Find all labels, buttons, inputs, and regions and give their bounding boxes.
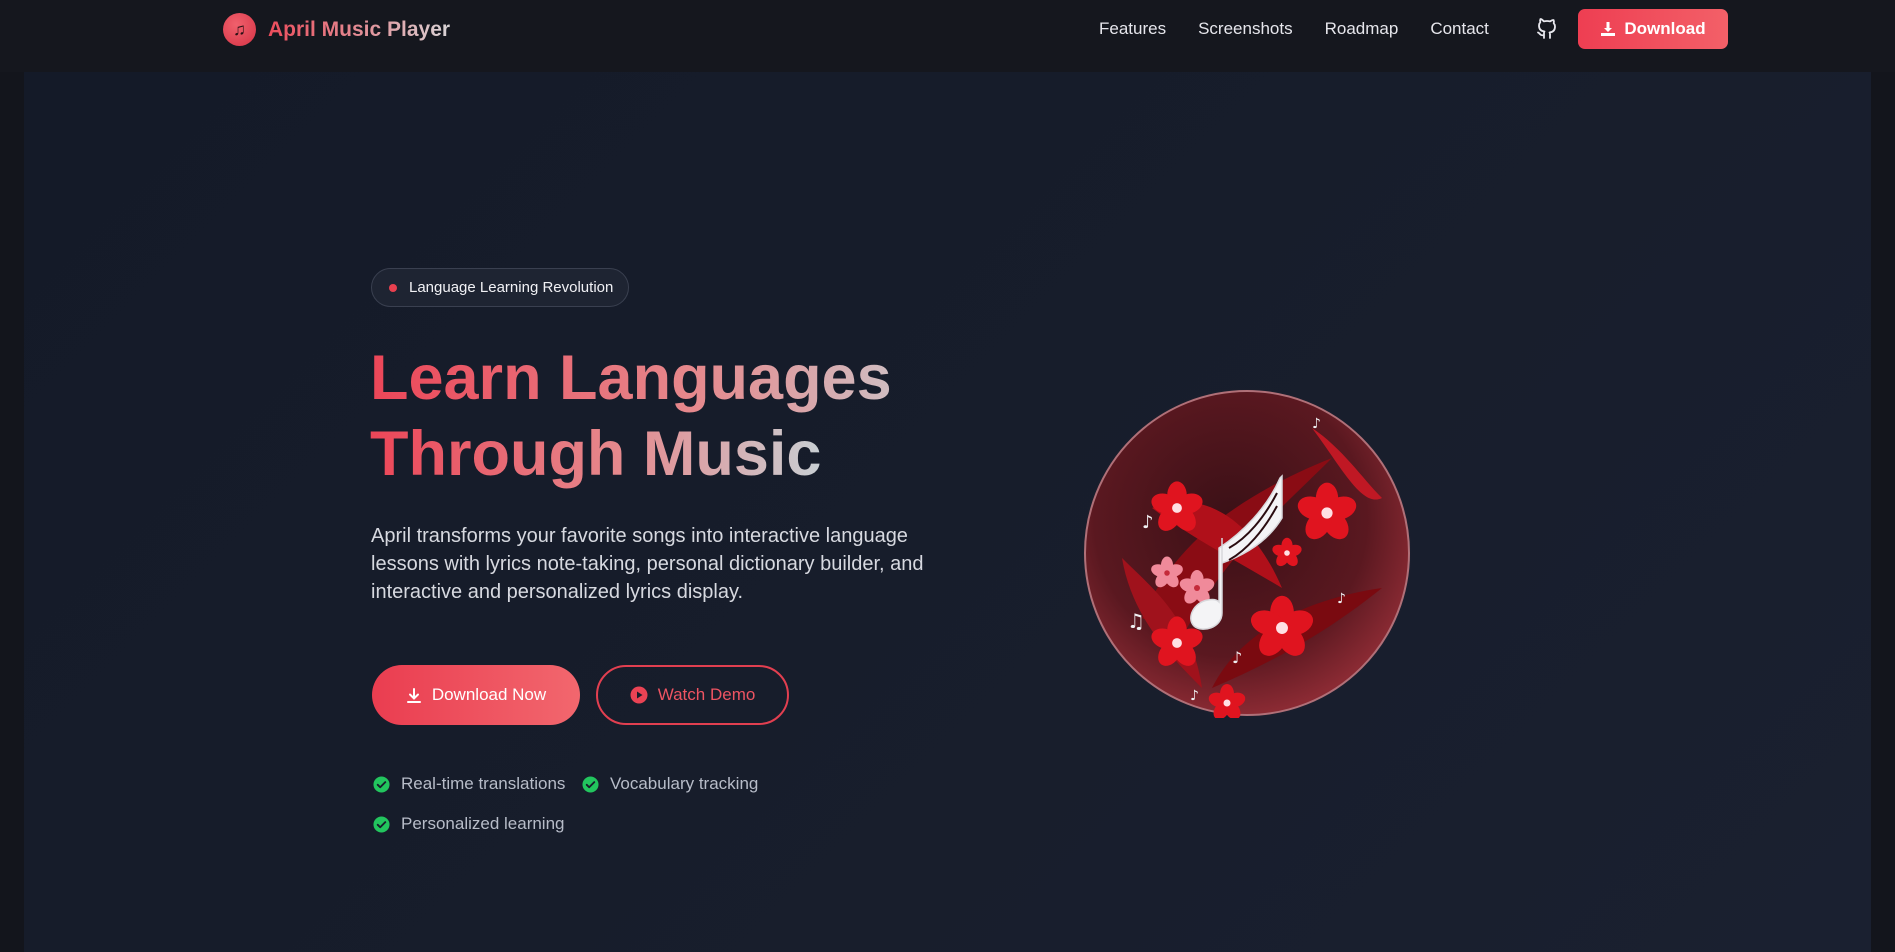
download-icon [406, 687, 421, 703]
badge-dot [389, 283, 397, 292]
hero-section [24, 72, 1871, 952]
headline-line-2: Through Music [370, 416, 830, 492]
headline-line-1: Learn Languages [370, 340, 970, 416]
nav-links: Features Screenshots Roadmap Contact [1099, 18, 1521, 40]
github-icon[interactable] [1535, 16, 1559, 40]
svg-text:♫: ♫ [1127, 609, 1145, 633]
download-now-button[interactable]: Download Now [372, 665, 580, 725]
download-now-label: Download Now [431, 685, 547, 704]
check-circle-icon [373, 775, 390, 793]
badge-text: Language Learning Revolution [409, 279, 614, 296]
hero-description: April transforms your favorite songs int… [371, 525, 924, 603]
check-circle-icon [582, 775, 599, 793]
svg-text:♪: ♪ [1142, 512, 1154, 533]
svg-text:♪: ♪ [1190, 688, 1199, 704]
nav-link-screenshots[interactable]: Screenshots [1198, 18, 1293, 40]
check-circle-icon [373, 815, 390, 833]
svg-text:♪: ♪ [1337, 591, 1346, 607]
play-circle-icon [630, 686, 648, 704]
hero-badge: Language Learning Revolution [371, 268, 629, 307]
feature-label: Personalized learning [401, 814, 565, 833]
watch-demo-label: Watch Demo [657, 685, 756, 704]
download-icon [1601, 22, 1616, 36]
watch-demo-button[interactable]: Watch Demo [596, 665, 789, 725]
nav-link-features[interactable]: Features [1099, 18, 1166, 40]
nav-link-roadmap[interactable]: Roadmap [1325, 18, 1399, 40]
nav-link-contact[interactable]: Contact [1430, 18, 1489, 40]
feature-label: Vocabulary tracking [610, 774, 759, 793]
brand-name: April Music Player [268, 17, 451, 41]
hero-artwork: ♪ ♫ ♪ ♪ ♪ ♪ [1082, 388, 1412, 718]
feature-item: Real-time translations [373, 774, 565, 794]
svg-text:♪: ♪ [1232, 648, 1242, 667]
nav-download-label: Download [1624, 19, 1706, 38]
feature-item: Vocabulary tracking [582, 774, 758, 794]
nav-download-button[interactable]: Download [1578, 9, 1728, 49]
feature-item: Personalized learning [373, 814, 565, 834]
brand[interactable]: ♫ April Music Player [223, 13, 450, 46]
feature-label: Real-time translations [401, 774, 566, 793]
navbar: ♫ April Music Player Features Screenshot… [0, 0, 1895, 72]
hero-headline: Learn Languages Through Music [370, 340, 970, 492]
svg-text:♪: ♪ [1312, 416, 1321, 432]
music-note-icon: ♫ [223, 13, 256, 46]
